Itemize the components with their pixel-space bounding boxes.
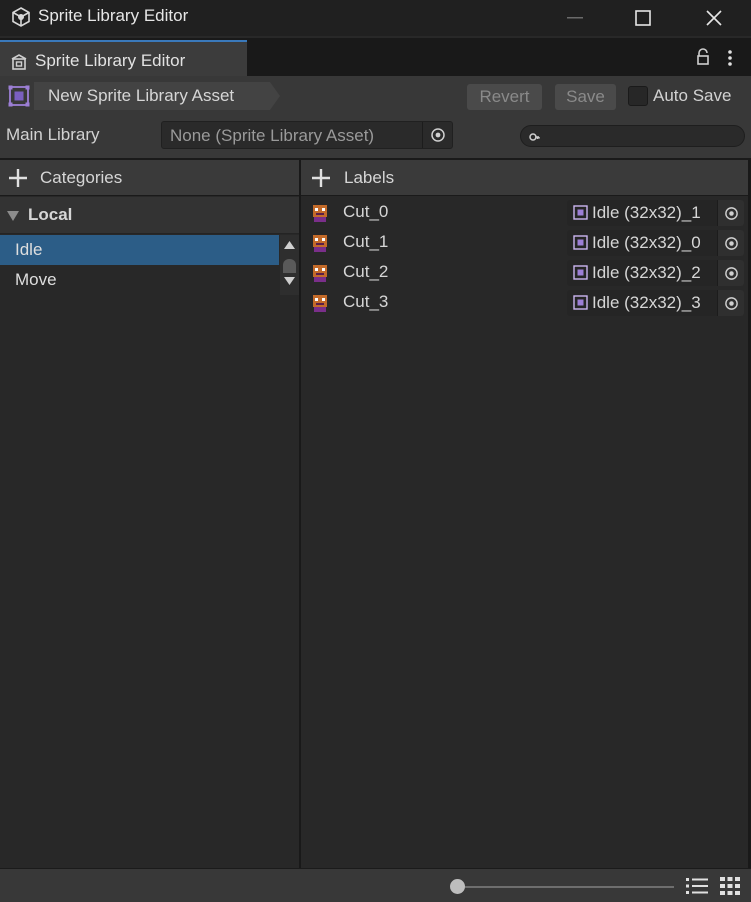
zoom-slider-knob[interactable] — [450, 879, 465, 894]
target-icon — [724, 296, 738, 310]
character-sprite-icon — [313, 295, 327, 312]
sprite-name: Idle (32x32)_3 — [592, 293, 701, 312]
save-button[interactable]: Save — [555, 84, 616, 110]
sprite-field[interactable]: Idle (32x32)_1 — [567, 200, 744, 226]
sprite-picker-button[interactable] — [717, 260, 744, 286]
label-name: Cut_0 — [343, 202, 389, 221]
sprite-picker-button[interactable] — [717, 230, 744, 256]
target-icon — [724, 206, 738, 220]
sprite-icon — [573, 265, 588, 280]
search-icon — [529, 133, 540, 141]
unity-cube-icon — [12, 7, 30, 27]
sprite-name: Idle (32x32)_2 — [592, 263, 701, 282]
minimize-button[interactable] — [546, 0, 604, 36]
scroll-down-arrow-icon[interactable] — [284, 277, 295, 285]
label-row[interactable]: Cut_2 Idle (32x32)_2 — [301, 258, 748, 288]
sprite-picker-button[interactable] — [717, 290, 744, 316]
category-item-move[interactable]: Move — [0, 265, 279, 295]
category-item-idle[interactable]: Idle — [0, 235, 279, 265]
scroll-thumb[interactable] — [283, 259, 296, 273]
foldout-arrow-icon — [7, 211, 19, 221]
close-button[interactable] — [685, 0, 743, 36]
asset-name: New Sprite Library Asset — [48, 86, 235, 105]
object-picker-button[interactable] — [422, 122, 452, 148]
tab-bar: Sprite Library Editor — [0, 38, 751, 76]
revert-button[interactable]: Revert — [467, 84, 542, 110]
maximize-icon — [635, 10, 651, 26]
sprite-name: Idle (32x32)_0 — [592, 233, 701, 252]
labels-pane: Labels Cut_0 Idle (32x32)_1 Cut_1 Idle (… — [301, 160, 748, 868]
search-input[interactable] — [520, 125, 745, 147]
main-library-label: Main Library — [6, 125, 100, 144]
target-icon — [724, 236, 738, 250]
main-library-value: None (Sprite Library Asset) — [170, 126, 375, 145]
window-titlebar: Sprite Library Editor — [0, 0, 751, 36]
main-library-field[interactable]: None (Sprite Library Asset) — [161, 121, 453, 149]
sprite-name: Idle (32x32)_1 — [592, 203, 701, 222]
asset-breadcrumb[interactable]: New Sprite Library Asset — [34, 82, 280, 110]
categories-header: Categories — [0, 160, 299, 196]
sprite-field[interactable]: Idle (32x32)_3 — [567, 290, 744, 316]
sprite-picker-button[interactable] — [717, 200, 744, 226]
sprite-icon — [573, 295, 588, 310]
minimize-icon — [567, 17, 583, 19]
category-label: Idle — [15, 240, 43, 259]
target-icon — [724, 266, 738, 280]
close-icon — [706, 10, 722, 26]
labels-title: Labels — [344, 168, 395, 187]
sprite-library-asset-icon — [8, 85, 30, 107]
auto-save-label: Auto Save — [653, 86, 732, 105]
target-icon — [430, 128, 445, 142]
category-label: Move — [15, 270, 57, 289]
categories-pane: Categories Local Idle Move — [0, 160, 299, 868]
sprite-icon — [573, 205, 588, 220]
sprite-library-icon — [11, 54, 27, 70]
category-group-label: Local — [28, 205, 73, 224]
label-row[interactable]: Cut_0 Idle (32x32)_1 — [301, 198, 748, 228]
scroll-up-arrow-icon[interactable] — [284, 241, 295, 249]
character-sprite-icon — [313, 205, 327, 222]
list-view-icon[interactable] — [686, 877, 708, 895]
sprite-icon — [573, 235, 588, 250]
label-name: Cut_1 — [343, 232, 389, 251]
tab-sprite-library-editor[interactable]: Sprite Library Editor — [0, 40, 247, 76]
label-name: Cut_3 — [343, 292, 389, 311]
tab-label: Sprite Library Editor — [35, 51, 186, 70]
labels-header: Labels — [301, 160, 748, 196]
more-options-icon[interactable] — [724, 48, 736, 68]
auto-save-checkbox[interactable] — [628, 86, 648, 106]
add-category-icon[interactable] — [6, 167, 30, 189]
character-sprite-icon — [313, 235, 327, 252]
categories-title: Categories — [40, 168, 123, 187]
maximize-button[interactable] — [614, 0, 672, 36]
label-row[interactable]: Cut_3 Idle (32x32)_3 — [301, 288, 748, 318]
add-label-icon[interactable] — [309, 167, 333, 189]
sprite-field[interactable]: Idle (32x32)_2 — [567, 260, 744, 286]
character-sprite-icon — [313, 265, 327, 282]
grid-view-icon[interactable] — [720, 877, 740, 895]
sprite-field[interactable]: Idle (32x32)_0 — [567, 230, 744, 256]
label-row[interactable]: Cut_1 Idle (32x32)_0 — [301, 228, 748, 258]
window-title: Sprite Library Editor — [38, 6, 189, 25]
bottom-toolbar — [0, 868, 751, 902]
label-name: Cut_2 — [343, 262, 389, 281]
lock-icon[interactable] — [695, 48, 711, 66]
category-group-local[interactable]: Local — [0, 197, 299, 234]
zoom-slider-track[interactable] — [458, 886, 674, 888]
